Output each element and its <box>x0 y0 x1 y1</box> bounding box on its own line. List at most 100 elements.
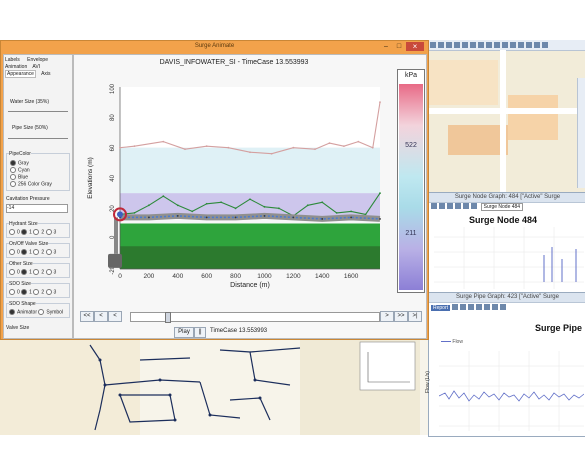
series-point <box>147 216 150 219</box>
profile-chart: 100806040200-200 200 400 600 800 1000 1200 1400… <box>87 83 381 289</box>
pipe-color-blue-label: Blue <box>18 174 29 181</box>
series-point <box>306 204 309 207</box>
series-point <box>321 218 324 220</box>
maximize-button[interactable]: □ <box>394 42 404 51</box>
pipe-color-256gray-label: 256 Color Gray <box>18 181 52 188</box>
node-graph-title: Surge Node Graph: 484 ["Active" Surge <box>429 193 585 203</box>
series-point <box>184 148 186 151</box>
pipe-ylabel: Flow (L/s) <box>425 371 431 393</box>
series-point <box>249 151 251 154</box>
series-point <box>335 211 338 214</box>
cavitation-input[interactable]: -14 <box>6 204 68 213</box>
x-tick-label: 1200 <box>286 273 301 280</box>
play-button[interactable]: Play <box>174 327 194 338</box>
series-point <box>205 145 208 148</box>
close-button[interactable]: × <box>406 42 424 51</box>
radio-icon <box>10 174 16 180</box>
map-network <box>0 340 430 435</box>
x-axis-label: Distance (m) <box>230 282 270 289</box>
pressure-legend: kPa 522 211 <box>397 69 425 293</box>
pipe-size-slider[interactable] <box>8 135 68 139</box>
last-frame-button[interactable]: >| <box>408 311 422 322</box>
tank-pipe <box>114 217 118 254</box>
surge-window-title: Surge Animate <box>194 43 235 49</box>
sdo-shape-options[interactable]: Animator Symbol <box>9 309 63 315</box>
pressure-color-bar <box>399 84 423 290</box>
other-size-group: Other Size 0 1 2 3 <box>6 261 70 278</box>
hydrant-size-options[interactable]: 0 1 2 3 <box>9 229 56 235</box>
series-point <box>328 142 331 145</box>
node-dropdown[interactable]: Surge Node 484 <box>480 202 524 211</box>
y-axis-label: Elevations (m) <box>87 157 94 199</box>
prev-button[interactable]: < <box>108 311 122 322</box>
tab-labels[interactable]: Labels <box>5 57 20 63</box>
report-tab[interactable]: Report <box>431 304 451 311</box>
x-tick-label: 1600 <box>344 273 359 280</box>
map-toolbar[interactable] <box>430 42 580 48</box>
water-size-slider[interactable] <box>8 108 68 112</box>
top-map-view[interactable] <box>428 40 585 192</box>
pipe-color-256gray[interactable]: 256 Color Gray <box>10 181 52 187</box>
pipe-legend: Flow <box>441 339 463 345</box>
pressure-unit: kPa <box>404 72 418 79</box>
pause-button[interactable]: || <box>194 327 206 338</box>
series-point <box>364 213 367 216</box>
series-point <box>220 201 223 204</box>
surge-animate-window: Surge Animate – □ × Labels Envelope Anim… <box>0 40 429 340</box>
node-chart-title: Surge Node 484 <box>469 215 538 225</box>
sdo-shape-label: SDO Shape <box>9 301 36 307</box>
x-tick-label: 1000 <box>257 273 272 280</box>
x-tick-label: 400 <box>172 273 183 280</box>
series-point <box>277 207 280 210</box>
hydrant-size-group: Hydrant Size 0 1 2 3 <box>6 221 70 238</box>
pipe-color-blue[interactable]: Blue <box>10 174 28 180</box>
x-tick-label: 800 <box>230 273 241 280</box>
chart-area: DAVIS_INFOWATER_SI - TimeCase 13.553993 … <box>73 54 427 339</box>
series-point <box>119 146 121 149</box>
series-point <box>342 145 345 148</box>
series-point <box>350 210 353 213</box>
series-point <box>292 216 295 219</box>
series-point <box>270 152 273 155</box>
series-point <box>321 201 324 204</box>
minimize-button[interactable]: – <box>381 42 391 51</box>
x-tick-label: 600 <box>201 273 212 280</box>
tank-icon <box>108 253 122 268</box>
pipe-color-cyan[interactable]: Cyan <box>10 167 30 173</box>
other-size-options[interactable]: 0 1 2 3 <box>9 269 56 275</box>
timeline-slider[interactable] <box>130 312 380 323</box>
tab-appearance[interactable]: Appearance <box>5 70 36 78</box>
first-frame-button[interactable]: << <box>80 311 94 322</box>
water-band <box>120 147 380 194</box>
pipe-color-group: PipeColor Gray Cyan Blue 256 Color Gray <box>6 151 70 191</box>
series-point <box>162 195 165 198</box>
series-point <box>205 202 208 205</box>
series-point <box>227 146 230 149</box>
series-point <box>234 207 237 210</box>
other-size-label: Other Size <box>9 261 33 267</box>
timeline-thumb[interactable] <box>165 312 171 323</box>
series-point <box>191 210 194 213</box>
valve-size-footer-label: Valve Size <box>6 325 30 331</box>
surge-window-titlebar[interactable]: Surge Animate – □ × <box>1 41 428 53</box>
next-step-button[interactable]: >> <box>394 311 408 322</box>
series-point <box>176 204 179 207</box>
series-point <box>249 198 251 201</box>
node-graph-toolbar[interactable]: Surge Node 484 <box>431 202 581 211</box>
pipe-color-gray[interactable]: Gray <box>10 160 29 166</box>
series-point <box>371 146 374 149</box>
prev-step-button[interactable]: < <box>94 311 108 322</box>
tab-envelope[interactable]: Envelope <box>27 57 48 63</box>
chart-title: DAVIS_INFOWATER_SI - TimeCase 13.553993 <box>159 59 309 66</box>
pipe-color-label: PipeColor <box>9 151 31 157</box>
sdo-size-options[interactable]: 0 1 2 3 <box>9 289 56 295</box>
tab-axis[interactable]: Axis <box>41 71 50 77</box>
side-toolbar[interactable] <box>577 78 585 188</box>
series-point <box>263 215 266 217</box>
valve-size-options[interactable]: 0 1 2 3 <box>9 249 56 255</box>
time-text: TimeCase 13.553993 <box>210 328 268 334</box>
sdo-shape-group: SDO Shape Animator Symbol <box>6 301 70 318</box>
pipe-chart-title: Surge Pipe <box>535 323 583 333</box>
next-button[interactable]: > <box>380 311 394 322</box>
pipe-graph-toolbar[interactable]: Report <box>431 304 581 318</box>
